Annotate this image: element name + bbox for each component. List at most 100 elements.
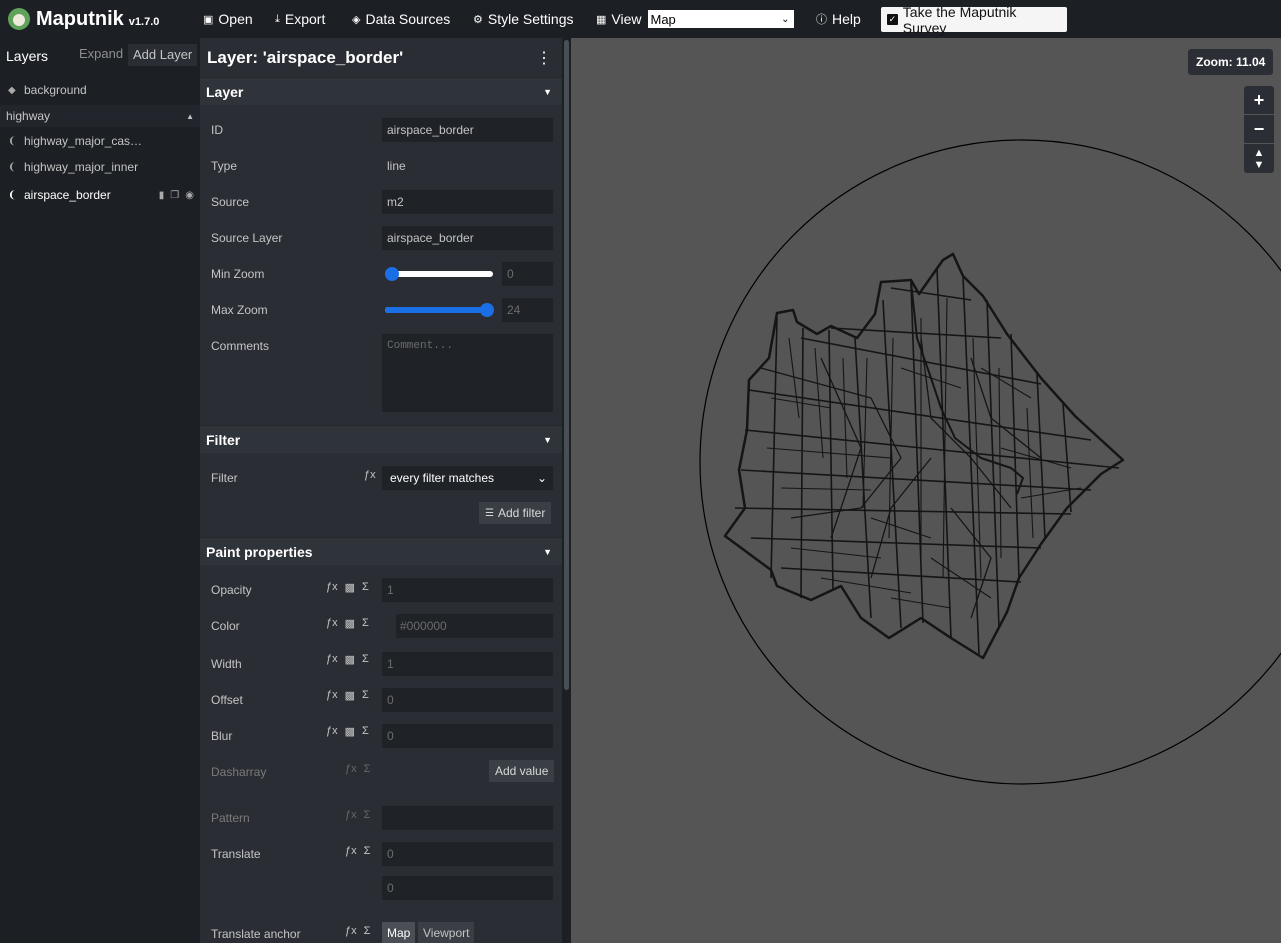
max-zoom-input[interactable]: 24 [502, 298, 553, 322]
opacity-input[interactable]: 1 [382, 578, 553, 602]
data-driven-icon[interactable]: ▩ [345, 725, 355, 738]
app-name: Maputnik [36, 7, 124, 30]
zoom-in-button[interactable]: + [1244, 86, 1274, 115]
function-icon[interactable]: ƒx [326, 689, 338, 702]
layers-title: Layers [6, 48, 49, 64]
export-button[interactable]: ⤓ Export [275, 0, 325, 38]
checkbox-icon: ✓ [887, 14, 898, 25]
scrollbar-thumb[interactable] [564, 40, 569, 690]
app-logo[interactable]: Maputnik v1.7.0 [8, 0, 159, 38]
view-select[interactable]: Map ⌄ [647, 10, 794, 28]
filter-mode-select[interactable]: every filter matches ⌄ [382, 466, 553, 490]
layer-item-background[interactable]: ◆ background [0, 78, 200, 102]
max-zoom-slider[interactable] [385, 303, 494, 317]
blur-input[interactable]: 0 [382, 724, 553, 748]
section-filter-header[interactable]: Filter ▼ [200, 425, 562, 453]
line-icon: ❨ [8, 161, 17, 173]
function-icon[interactable]: ƒx [364, 469, 376, 481]
top-toolbar: Maputnik v1.7.0 ▣ Open ⤓ Export ◈ Data S… [0, 0, 1281, 38]
function-icon[interactable]: ƒx [345, 763, 357, 775]
pattern-tools: ƒx Σ [345, 809, 370, 821]
type-label: Type [211, 159, 238, 173]
function-icon[interactable]: ƒx [326, 653, 338, 666]
min-zoom-slider[interactable] [385, 267, 493, 281]
filter-label: Filter [211, 471, 238, 485]
source-layer-label: Source Layer [211, 231, 283, 245]
add-filter-button[interactable]: ☰ Add filter [479, 502, 552, 524]
offset-input[interactable]: 0 [382, 688, 553, 712]
source-layer-input[interactable]: airspace_border [382, 226, 553, 250]
translate-x-input[interactable]: 0 [382, 842, 553, 866]
translate-anchor-label: Translate anchor [211, 927, 301, 941]
data-driven-icon[interactable]: ▩ [345, 581, 355, 594]
comments-label: Comments [211, 339, 270, 353]
id-input[interactable]: airspace_border [382, 118, 553, 142]
view-icon: ▦ [596, 13, 607, 26]
section-layer-header[interactable]: Layer ▼ [200, 77, 562, 105]
layer-editor-panel: Layer: 'airspace_border' ⋮ Layer ▼ ID ai… [200, 38, 562, 943]
data-driven-icon[interactable]: ▩ [345, 653, 355, 666]
color-input[interactable]: #000000 [396, 614, 553, 638]
translate-anchor-tools: ƒx Σ [345, 925, 370, 937]
road-network [723, 252, 1125, 660]
trash-icon[interactable]: ▮ [159, 190, 165, 201]
type-value: line [387, 159, 406, 173]
view-control: ▦ View Map ⌄ [596, 0, 794, 38]
data-driven-icon[interactable]: ▩ [345, 617, 355, 630]
survey-button[interactable]: ✓ Take the Maputnik Survey [881, 4, 1067, 36]
expression-icon[interactable]: Σ [362, 581, 369, 594]
expression-icon[interactable]: Σ [364, 763, 371, 775]
width-input[interactable]: 1 [382, 652, 553, 676]
expression-icon[interactable]: Σ [362, 689, 369, 702]
expression-icon[interactable]: Σ [362, 653, 369, 666]
add-layer-button[interactable]: Add Layer [128, 44, 198, 66]
data-driven-icon[interactable]: ▩ [345, 689, 355, 702]
slider-knob[interactable] [385, 267, 399, 281]
function-icon[interactable]: ƒx [326, 617, 338, 630]
expression-icon[interactable]: Σ [364, 809, 371, 821]
style-settings-button[interactable]: ⚙ Style Settings [473, 0, 573, 38]
editor-scrollbar[interactable] [563, 38, 571, 943]
layer-item-highway-major-casing[interactable]: ❨ highway_major_cas… [0, 129, 200, 153]
section-paint-header[interactable]: Paint properties ▼ [200, 537, 562, 565]
slider-fill [385, 307, 493, 313]
expression-icon[interactable]: Σ [362, 617, 369, 630]
compass-button[interactable]: ▲ ▼ [1244, 144, 1274, 173]
pattern-input[interactable] [382, 806, 553, 830]
comments-textarea[interactable]: Comment... [382, 334, 553, 412]
open-button[interactable]: ▣ Open [203, 0, 253, 38]
expression-icon[interactable]: Σ [364, 845, 371, 857]
expression-icon[interactable]: Σ [362, 725, 369, 738]
anchor-viewport-button[interactable]: Viewport [418, 922, 475, 943]
function-icon[interactable]: ƒx [326, 725, 338, 738]
layer-item-highway-major-inner[interactable]: ❨ highway_major_inner [0, 155, 200, 179]
function-icon[interactable]: ƒx [345, 925, 357, 937]
zoom-out-button[interactable]: − [1244, 115, 1274, 144]
function-icon[interactable]: ƒx [345, 809, 357, 821]
blur-tools: ƒx ▩ Σ [326, 725, 369, 738]
caret-down-icon: ▼ [543, 546, 552, 557]
eye-icon[interactable]: ◉ [185, 190, 194, 201]
add-value-button[interactable]: Add value [489, 760, 555, 782]
slider-knob[interactable] [480, 303, 494, 317]
layer-item-airspace-border[interactable]: ❨ airspace_border ▮ ❐ ◉ [0, 183, 200, 207]
data-sources-button[interactable]: ◈ Data Sources [352, 0, 450, 38]
layer-group-highway[interactable]: highway ▲ [0, 105, 200, 127]
map-view[interactable]: Zoom: 11.04 + − ▲ ▼ [571, 38, 1281, 943]
source-input[interactable]: m2 [382, 190, 553, 214]
function-icon[interactable]: ƒx [326, 581, 338, 594]
layers-stack-icon: ◈ [352, 13, 361, 26]
offset-tools: ƒx ▩ Σ [326, 689, 369, 702]
help-button[interactable]: ⓘ Help [816, 0, 861, 38]
min-zoom-input[interactable]: 0 [502, 262, 553, 286]
function-icon[interactable]: ƒx [345, 845, 357, 857]
expand-button[interactable]: Expand [79, 46, 123, 61]
expression-icon[interactable]: Σ [364, 925, 371, 937]
anchor-map-button[interactable]: Map [382, 922, 416, 943]
translate-y-input[interactable]: 0 [382, 876, 553, 900]
map-canvas[interactable] [571, 38, 1281, 943]
more-options-icon[interactable]: ⋮ [536, 48, 552, 68]
source-label: Source [211, 195, 250, 209]
layer-actions: ▮ ❐ ◉ [159, 190, 194, 201]
copy-icon[interactable]: ❐ [170, 190, 179, 201]
